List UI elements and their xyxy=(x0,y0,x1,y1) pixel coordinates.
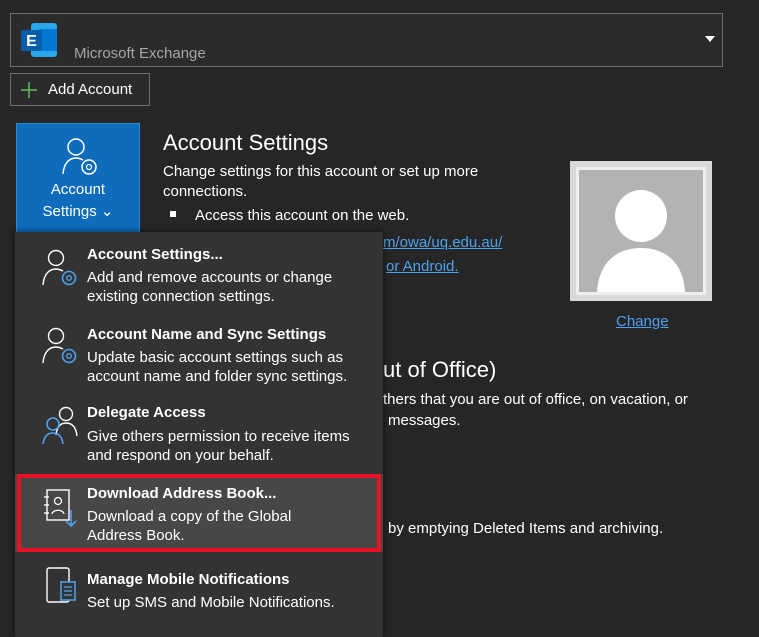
person-gear-icon xyxy=(42,249,77,286)
svg-text:E: E xyxy=(26,33,37,50)
account-name: Microsoft Exchange xyxy=(74,45,206,62)
menu-item-title: Account Settings... xyxy=(87,246,223,263)
account-settings-button[interactable]: Account Settings ⌄ xyxy=(16,123,140,233)
menu-item-desc-line2: and respond on your behalf. xyxy=(87,447,274,464)
exchange-logo-icon: E xyxy=(21,23,57,57)
menu-item-desc-line1: Set up SMS and Mobile Notifications. xyxy=(87,594,335,611)
person-silhouette-icon xyxy=(597,190,685,292)
account-settings-desc-line2: connections. xyxy=(163,183,248,200)
account-settings-button-line2: Settings ⌄ xyxy=(42,203,114,220)
menu-item-mobile-notifications[interactable]: Manage Mobile Notifications Set up SMS a… xyxy=(15,557,383,617)
account-settings-desc-line1: Change settings for this account or set … xyxy=(163,163,479,180)
menu-item-delegate-access[interactable]: Delegate Access Give others permission t… xyxy=(15,391,383,469)
person-gear-icon xyxy=(42,327,77,364)
out-of-office-desc-line2: messages. xyxy=(388,412,461,429)
menu-item-desc-line1: Update basic account settings such as xyxy=(87,349,343,366)
add-account-label: Add Account xyxy=(48,81,133,98)
menu-item-desc-line2: account name and folder sync settings. xyxy=(87,368,348,385)
menu-item-desc-line2: existing connection settings. xyxy=(87,288,275,305)
menu-item-title: Account Name and Sync Settings xyxy=(87,326,327,343)
account-settings-heading: Account Settings xyxy=(163,130,329,155)
bullet-marker xyxy=(170,211,176,217)
menu-item-title: Delegate Access xyxy=(87,404,206,421)
out-of-office-heading: ut of Office) xyxy=(383,357,497,382)
mobile-notifications-icon xyxy=(46,567,76,603)
plus-icon xyxy=(21,82,37,98)
menu-item-account-settings[interactable]: Account Settings... Add and remove accou… xyxy=(15,232,383,310)
add-account-button[interactable]: Add Account xyxy=(10,73,150,106)
highlight-box xyxy=(17,474,381,552)
cleanup-desc: by emptying Deleted Items and archiving. xyxy=(388,520,664,537)
change-photo-link[interactable]: Change xyxy=(616,311,669,332)
two-people-icon xyxy=(42,406,78,445)
account-settings-button-line1: Account xyxy=(50,181,106,198)
account-settings-menu: Account Settings... Add and remove accou… xyxy=(15,232,383,637)
account-selector[interactable]: E Microsoft Exchange xyxy=(10,13,723,67)
owa-link[interactable]: m/owa/uq.edu.au/ xyxy=(383,232,502,253)
out-of-office-desc-line1: thers that you are out of office, on vac… xyxy=(383,391,688,408)
menu-item-desc-line1: Add and remove accounts or change xyxy=(87,269,333,286)
access-web-text: Access this account on the web. xyxy=(195,207,410,224)
person-gear-icon xyxy=(62,138,97,175)
dropdown-caret-icon[interactable] xyxy=(705,36,715,42)
profile-photo xyxy=(570,161,712,301)
menu-item-title: Manage Mobile Notifications xyxy=(87,571,290,588)
menu-item-desc-line1: Give others permission to receive items xyxy=(87,428,350,445)
menu-item-account-name-sync[interactable]: Account Name and Sync Settings Update ba… xyxy=(15,312,383,390)
mobile-link[interactable]: or Android. xyxy=(386,256,459,277)
